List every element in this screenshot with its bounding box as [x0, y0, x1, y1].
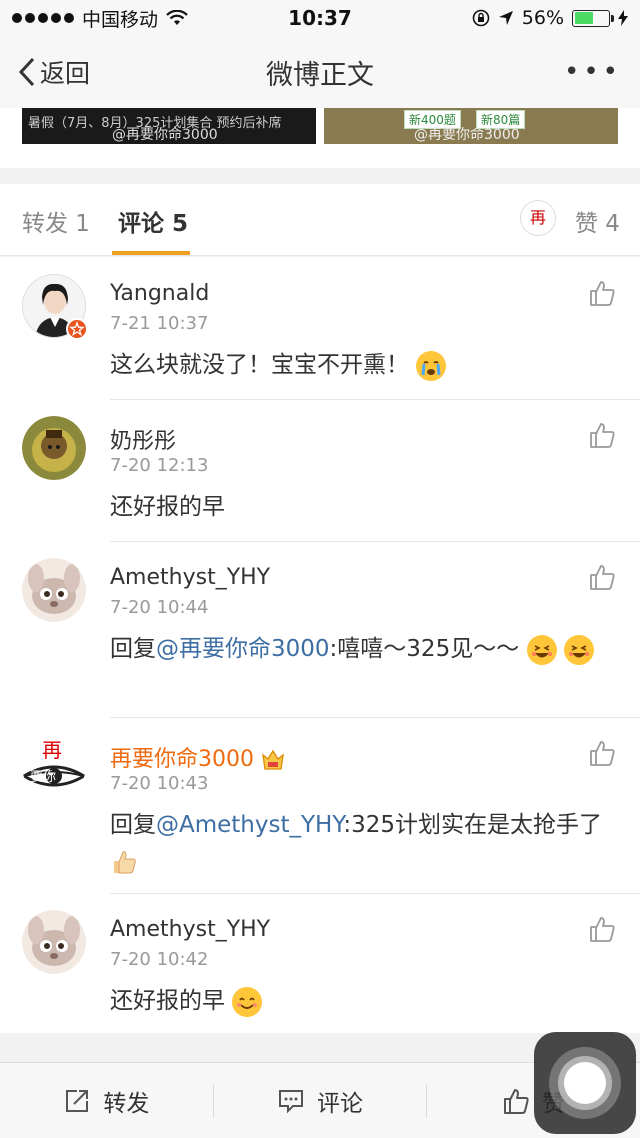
comment-text: 还好报的早	[110, 983, 612, 1019]
comment-username[interactable]: Amethyst_YHY	[110, 565, 270, 590]
comment-item: Yangnald 7-21 10:37 这么块就没了！宝宝不开熏！	[0, 257, 640, 399]
repost-button[interactable]: 转发	[0, 1084, 213, 1118]
avatar-glyph-bottom: 要你	[30, 770, 57, 785]
share-icon	[66, 1089, 89, 1112]
crying-emoji-icon	[416, 350, 447, 381]
more-button[interactable]: •••	[482, 57, 622, 87]
thumb-up-icon	[504, 1088, 529, 1114]
repost-label: 转发	[103, 1090, 150, 1117]
avatar[interactable]	[22, 558, 86, 622]
status-bar: 中国移动 10:37 56%	[0, 0, 640, 36]
charging-icon	[618, 10, 628, 26]
comment-username[interactable]: 再要你命3000	[110, 741, 285, 773]
comment-item: Amethyst_YHY 7-20 10:42 还好报的早	[0, 893, 640, 1033]
comment-text: 回复@再要你命3000:嘻嘻～325见～～	[110, 631, 612, 667]
avatar-naitongtong-image	[22, 416, 86, 480]
status-left: 中国移动	[12, 5, 242, 32]
comment-username-text: 再要你命3000	[110, 747, 254, 772]
thumb-up-icon[interactable]	[588, 421, 616, 449]
avatar-amethyst-image	[22, 558, 86, 622]
comment-body: 还好报的早	[110, 988, 225, 1014]
avatar[interactable]: 再 要你	[22, 734, 86, 798]
comment-reply-prefix: 回复	[110, 812, 156, 838]
post-image-2-watermark: @再要你命3000	[414, 127, 520, 143]
liker-avatar-glyph: 再	[529, 208, 546, 227]
comment-time: 7-20 12:13	[110, 455, 209, 476]
battery-percent: 56%	[521, 7, 564, 29]
back-chevron-icon	[18, 57, 35, 87]
comment-button[interactable]: 评论	[214, 1084, 427, 1118]
page-title: 微博正文	[266, 59, 374, 91]
comment-item: 再 要你 再要你命3000 7-20 10:43 回复@Amethyst_YHY…	[0, 717, 640, 893]
comment-reply-prefix: 回复	[110, 636, 156, 662]
smile-emoji-icon	[232, 986, 263, 1017]
status-right: 56%	[398, 7, 628, 29]
assistive-touch-icon[interactable]	[534, 1032, 636, 1134]
comment-body: :嘻嘻～325见～～	[329, 636, 520, 662]
comment-time: 7-20 10:42	[110, 949, 209, 970]
comment-mention[interactable]: @Amethyst_YHY	[156, 812, 343, 838]
post-image-2[interactable]: 新400题 新80篇 @再要你命3000	[324, 108, 618, 144]
comment-icon	[279, 1089, 303, 1113]
tab-active-indicator	[112, 251, 190, 255]
thumbs-up-emoji-icon	[114, 850, 136, 873]
location-arrow-icon	[498, 11, 513, 25]
verified-badge-icon	[66, 318, 88, 340]
tab-repost[interactable]: 转发 1	[22, 204, 90, 238]
comment-username[interactable]: Yangnald	[110, 281, 209, 306]
comment-list: Yangnald 7-21 10:37 这么块就没了！宝宝不开熏！ 奶彤彤 7-…	[0, 257, 640, 1033]
tab-bar: 转发 1 评论 5 再 赞 4	[0, 184, 640, 256]
thumb-up-icon[interactable]	[588, 563, 616, 591]
comment-username[interactable]: Amethyst_YHY	[110, 917, 270, 942]
comment-time: 7-20 10:44	[110, 597, 209, 618]
comment-text: 这么块就没了！宝宝不开熏！	[110, 347, 612, 383]
laughing-emoji-icon	[526, 634, 557, 665]
comment-mention[interactable]: @再要你命3000	[156, 636, 330, 662]
assistive-touch-ring-inner	[564, 1062, 606, 1104]
tab-comment[interactable]: 评论 5	[118, 204, 188, 238]
comment-time: 7-21 10:37	[110, 313, 209, 334]
thumb-up-icon[interactable]	[588, 915, 616, 943]
avatar-amethyst-image	[22, 910, 86, 974]
avatar[interactable]	[22, 416, 86, 480]
back-button[interactable]: 返回	[18, 54, 158, 90]
comment-time: 7-20 10:43	[110, 773, 209, 794]
wifi-icon	[166, 10, 188, 25]
avatar-glyph-top: 再	[42, 738, 62, 762]
member-crown-icon	[262, 749, 284, 770]
comment-username[interactable]: 奶彤彤	[110, 423, 176, 455]
comment-item: Amethyst_YHY 7-20 10:44 回复@再要你命3000:嘻嘻～3…	[0, 541, 640, 717]
comment-body: 还好报的早	[110, 494, 225, 520]
nav-bar: 返回 微博正文 •••	[0, 36, 640, 108]
battery-icon	[572, 9, 614, 27]
comment-text: 还好报的早	[110, 489, 612, 525]
comment-text: 回复@Amethyst_YHY:325计划实在是太抢手了	[110, 807, 612, 879]
post-images: 暑假（7月、8月）325计划集合 预约后补席 @再要你命3000 新400题 新…	[0, 108, 640, 168]
battery-fill	[574, 12, 593, 24]
post-image-1[interactable]: 暑假（7月、8月）325计划集合 预约后补席 @再要你命3000	[22, 108, 316, 144]
tab-like[interactable]: 赞 4	[575, 204, 620, 238]
status-time: 10:37	[288, 6, 352, 30]
laughing-emoji-icon	[563, 634, 594, 665]
liker-avatar[interactable]: 再	[520, 200, 556, 236]
lock-rotation-icon	[472, 9, 490, 27]
comment-body: :325计划实在是太抢手了	[343, 812, 602, 838]
post-image-1-watermark: @再要你命3000	[112, 127, 218, 143]
comment-label: 评论	[317, 1090, 363, 1117]
carrier-label: 中国移动	[82, 8, 159, 31]
thumb-up-icon[interactable]	[588, 739, 616, 767]
avatar[interactable]	[22, 910, 86, 974]
thumb-up-icon[interactable]	[588, 279, 616, 307]
comment-body: 这么块就没了！宝宝不开熏！	[110, 352, 409, 378]
back-label: 返回	[40, 59, 91, 88]
signal-dots-icon	[12, 13, 74, 23]
comment-item: 奶彤彤 7-20 12:13 还好报的早	[0, 399, 640, 541]
